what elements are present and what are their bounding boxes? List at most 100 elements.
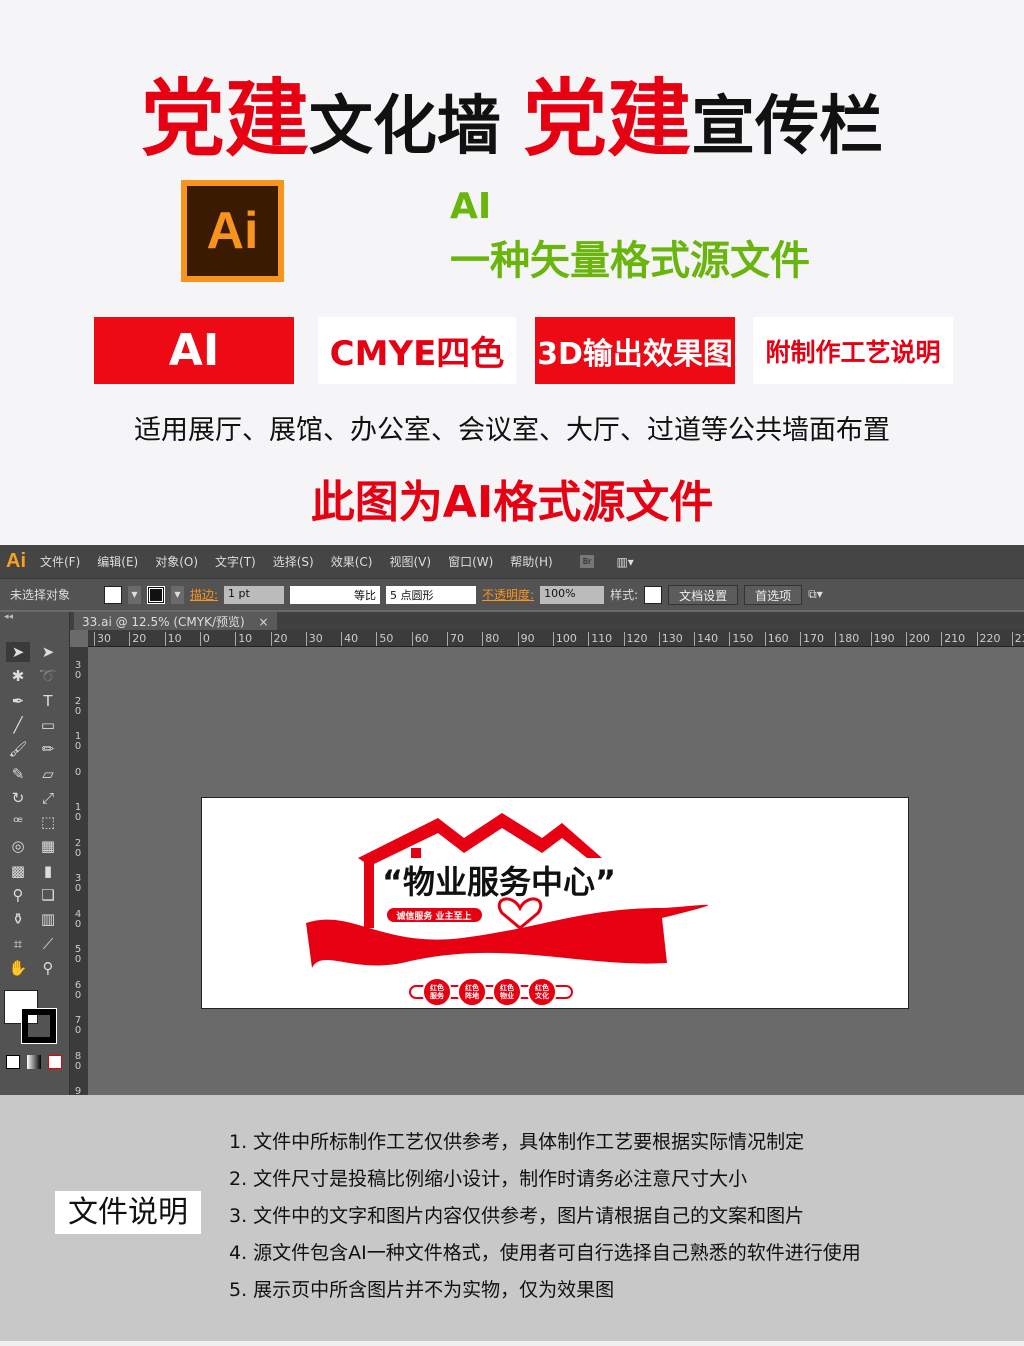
document-setup-button[interactable]: 文档设置 [668,584,739,605]
ruler-tick-label: 10 [235,632,252,646]
badge-text: 红色文化 [535,984,549,1000]
menu-window[interactable]: 窗口(W) [448,553,493,570]
opacity-label[interactable]: 不透明度: [482,586,534,603]
note-item: 2. 文件尺寸是投稿比例缩小设计，制作时请务必注意尺寸大小 [229,1168,748,1190]
rotate-tool-icon[interactable]: ↻ [6,788,30,808]
notes-list: 1. 文件中所标制作工艺仅供参考，具体制作工艺要根据实际情况制定 2. 文件尺寸… [229,1127,861,1312]
ruler-tick-label: 150 [729,632,753,646]
stroke-swatch[interactable] [147,585,165,604]
shape-builder-tool-icon[interactable]: ◎ [6,836,30,856]
arrange-documents-icon[interactable]: ▥▾ [616,555,633,569]
gradient-mode-button[interactable] [27,1055,41,1069]
hand-tool-icon[interactable]: ✋ [6,958,30,978]
stroke-dropdown[interactable]: ▼ [171,585,184,604]
none-mode-button[interactable] [48,1055,62,1069]
rectangle-tool-icon[interactable]: ▭ [36,715,60,735]
illustrator-logo: Ai [181,180,284,282]
bridge-button[interactable]: Br [579,555,595,568]
perspective-grid-tool-icon[interactable]: ▦ [36,836,60,856]
slogan-text: 诚信服务 业主至上 [396,910,471,922]
ruler-tick-label: 6 0 [74,979,82,1001]
scale-tool-icon[interactable]: ⤢ [36,788,60,808]
menu-edit[interactable]: 编辑(E) [97,553,138,570]
ruler-tick-label: 20 [270,632,288,646]
ruler-tick-label: 5 0 [74,944,82,965]
ruler-tick-label: 70 [447,632,464,646]
ruler-tick-label: 3 0 [74,660,82,681]
menu-select[interactable]: 选择(S) [273,553,314,570]
symbol-sprayer-tool-icon[interactable]: ⚱ [6,909,30,929]
ruler-tick-label: 110 [588,632,612,646]
lasso-tool-icon[interactable]: ➰ [36,666,60,686]
color-mode-button[interactable] [6,1055,20,1069]
column-graph-tool-icon[interactable]: ▥ [36,909,60,929]
ruler-tick-label: 0 [199,632,210,646]
selection-arrow-tool-icon[interactable]: ➤ [6,642,30,662]
paintbrush-tool-icon[interactable]: 🖌 [6,739,30,759]
ruler-tick-label: 30 [94,632,111,646]
opacity-input[interactable]: 100% [540,585,605,604]
menu-view[interactable]: 视图(V) [389,553,431,570]
mesh-tool-icon[interactable]: ▩ [6,861,30,881]
ai-app-icon: Ai [6,550,26,572]
note-item: 3. 文件中的文字和图片内容仅供参考，图片请根据自己的文案和图片 [229,1205,805,1227]
ruler-tick-label: 130 [658,632,683,646]
source-note: 此图为AI格式源文件 [310,477,714,528]
collapse-icon[interactable]: ◂◂ [4,612,13,622]
badge-text: 红色服务 [430,984,444,1000]
eraser-tool-icon[interactable]: ▱ [36,764,60,784]
ruler-tick-label: 8 0 [74,1050,82,1072]
badge-text: 红色阵地 [465,984,479,1000]
ruler-tick-label: 140 [694,632,718,646]
arrange-icon[interactable]: ⧉▾ [808,587,823,602]
menu-object[interactable]: 对象(O) [155,553,198,570]
fill-dropdown[interactable]: ▼ [128,585,141,604]
warp-tool-icon[interactable]: ꟹ [6,812,30,832]
stroke-label[interactable]: 描边: [190,586,218,603]
menu-effect[interactable]: 效果(C) [331,553,373,570]
menu-help[interactable]: 帮助(H) [510,553,552,570]
badge-text: 红色物业 [500,984,514,1000]
artboard-tool-icon[interactable]: ⌗ [6,934,30,954]
free-transform-tool-icon[interactable]: ⬚ [36,812,60,832]
direct-selection-tool-icon[interactable]: ➤ [36,642,60,662]
gradient-tool-icon[interactable]: ▮ [36,861,60,881]
eyedropper-tool-icon[interactable]: ⚲ [6,885,30,905]
close-tab-icon[interactable]: × [259,615,269,629]
horizontal-ruler: 30 20 10 0 10 20 30 40 50 60 70 80 90 100 110 120 130 140… [88,630,1024,647]
stroke-weight-input[interactable]: 1 pt [224,585,285,604]
preferences-button[interactable]: 首选项 [744,584,803,605]
tag-3d: 3D输出效果图 [535,317,735,384]
artwork-graphic: 诚信服务 业主至上 “物业服务中心” [306,813,709,1007]
fill-swatch[interactable] [104,585,122,604]
pen-tool-icon[interactable]: ✒ [6,691,30,711]
file-notes-section: 文件说明 1. 文件中所标制作工艺仅供参考，具体制作工艺要根据实际情况制定 2.… [0,1095,1024,1341]
ruler-tick-label: 3 0 [74,873,82,894]
ruler-tick-label: 170 [800,632,824,646]
ruler-tick-label: 200 [905,632,930,646]
style-swatch[interactable] [644,585,663,604]
stroke-color-box[interactable] [21,1008,57,1044]
ruler-tick-label: 60 [411,632,429,646]
zoom-tool-icon[interactable]: ⚲ [36,958,60,978]
slice-tool-icon[interactable]: ⟋ [36,934,60,954]
menu-type[interactable]: 文字(T) [215,553,256,570]
document-tab[interactable]: 33.ai @ 12.5% (CMYK/预览) × [74,612,277,630]
brush-select[interactable]: 5 点圆形 [386,585,477,604]
menu-file[interactable]: 文件(F) [40,553,80,570]
ruler-tick-label: 90 [517,632,535,646]
type-tool-icon[interactable]: T [36,691,60,711]
ruler-tick-label: 20 [129,632,146,646]
line-tool-icon[interactable]: ╱ [6,715,30,735]
ruler-tick-label: 30 [305,632,323,646]
ruler-tick-label: 40 [341,632,358,646]
tag-craft: 附制作工艺说明 [753,317,953,384]
stroke-profile-select[interactable]: 等比 [290,585,381,604]
blend-tool-icon[interactable]: ❏ [36,885,60,905]
style-label: 样式: [610,588,639,602]
ruler-tick-label: 23 [1011,632,1024,646]
illustrator-window: Ai 文件(F) 编辑(E) 对象(O) 文字(T) 选择(S) 效果(C) 视… [0,545,1024,1097]
blob-brush-tool-icon[interactable]: ✎ [6,764,30,784]
magic-wand-tool-icon[interactable]: ✱ [6,666,30,686]
pencil-tool-icon[interactable]: ✏ [36,739,60,759]
